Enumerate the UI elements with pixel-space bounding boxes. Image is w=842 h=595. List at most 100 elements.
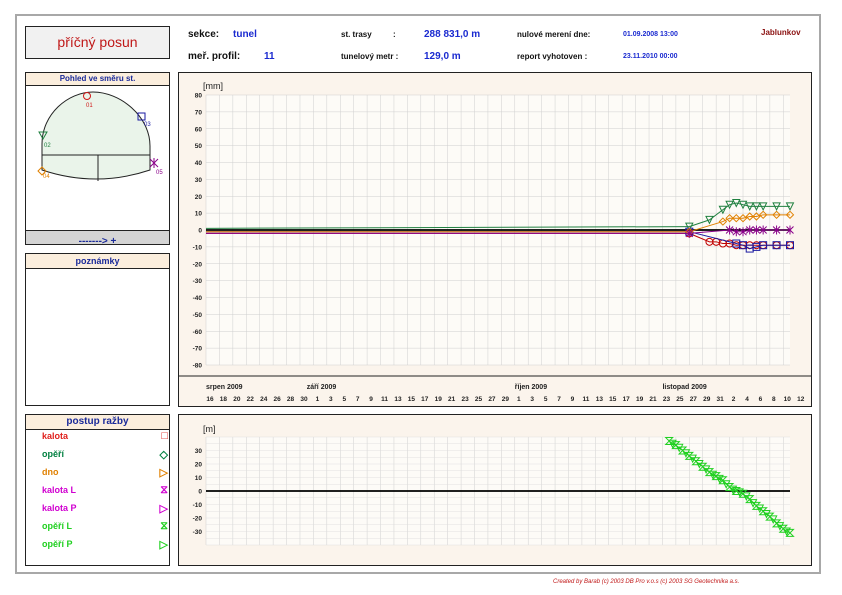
y-tick-label: -50 — [193, 312, 203, 319]
legend-panel: postup ražby kalota □ opěří ◇ dno ▷ kalota L ⧖ k… — [25, 414, 170, 566]
y-tick-label: 60 — [195, 126, 203, 133]
x-tick-label: 7 — [557, 396, 561, 403]
x-tick-label: 13 — [596, 396, 604, 403]
x-tick-label: 21 — [649, 396, 657, 403]
y-axis-label: [mm] — [203, 81, 223, 91]
trasa-value: 288 831,0 m — [424, 29, 481, 40]
legend-item-symbol: ⧖ — [160, 520, 168, 532]
x-tick-label: 23 — [461, 396, 469, 403]
x-tick-label: 2 — [732, 396, 736, 403]
x-tick-label: 23 — [663, 396, 671, 403]
x-tick-label: 18 — [220, 396, 228, 403]
x-tick-label: 3 — [530, 396, 534, 403]
y-tick-label: 20 — [195, 194, 203, 201]
x-tick-label: 26 — [274, 396, 282, 403]
tunnel-cross-section: 01 02 03 04 05 — [37, 91, 163, 181]
profil-value: 11 — [264, 51, 275, 62]
x-tick-label: 5 — [342, 396, 346, 403]
y-tick-label: -40 — [193, 295, 203, 302]
site-name: Jablunkov — [761, 28, 801, 37]
nulove-label: nulové merení dne: — [517, 30, 591, 39]
x-tick-label: 25 — [676, 396, 684, 403]
footer-credit: Created by Barab (c) 2003 DB Pro v.o.s (… — [553, 579, 740, 585]
x-tick-label: 31 — [717, 396, 725, 403]
x-tick-label: 15 — [609, 396, 617, 403]
x-tick-label: 30 — [300, 396, 308, 403]
y-tick-label: 40 — [195, 160, 203, 167]
legend-item-label: opěří L — [42, 521, 73, 531]
y-tick-label: -70 — [193, 346, 203, 353]
nulove-value: 01.09.2008 13:00 — [623, 31, 678, 38]
main-chart-panel: 80 70 60 50 40 30 20 10 0 -10 -20 -30 -40 -50 -60 -70 -8… — [178, 72, 812, 407]
legend-item: kalota L ⧖ — [42, 484, 168, 496]
x-tick-label: 15 — [408, 396, 416, 403]
trasa-label: st. trasy — [341, 30, 372, 39]
view-panel: Pohled ve směru st. 01 02 03 04 05 -----… — [25, 72, 170, 247]
legend-item: kalota □ — [42, 430, 168, 442]
x-tick-label: 1 — [316, 396, 320, 403]
legend-item-symbol: ▷ — [159, 467, 168, 479]
legend-item-label: opěří P — [42, 539, 73, 549]
report-value: 23.11.2010 00:00 — [623, 53, 678, 60]
view-panel-title: Pohled ve směru st. — [26, 73, 169, 86]
tunel-label: tunelový metr : — [341, 52, 399, 61]
x-tick-label: 3 — [329, 396, 333, 403]
month-label: říjen 2009 — [515, 384, 547, 391]
point-05-marker — [149, 158, 159, 168]
x-tick-label: 27 — [488, 396, 496, 403]
y-tick-label: 0 — [198, 489, 202, 496]
x-tick-label: 22 — [247, 396, 255, 403]
tunel-value: 129,0 m — [424, 51, 461, 62]
x-tick-label: 19 — [435, 396, 443, 403]
y-tick-label: 20 — [195, 462, 203, 469]
y-tick-label: -30 — [193, 278, 203, 285]
legend-item-label: kalota L — [42, 485, 77, 495]
x-tick-label: 10 — [784, 396, 792, 403]
x-tick-label: 8 — [772, 396, 776, 403]
legend-item-symbol: ⧖ — [160, 484, 168, 496]
x-tick-label: 29 — [703, 396, 711, 403]
y-tick-label: 70 — [195, 109, 203, 116]
x-tick-label: 28 — [287, 396, 295, 403]
legend-item: kalota P ▷ — [42, 503, 168, 515]
legend-item-symbol: ◇ — [159, 449, 168, 461]
x-tick-label: 24 — [260, 396, 268, 403]
report-label: report vyhotoven : — [517, 52, 588, 61]
x-tick-label: 13 — [394, 396, 402, 403]
month-label: srpen 2009 — [206, 384, 243, 391]
notes-panel: poznámky — [25, 253, 170, 406]
x-tick-label: 7 — [356, 396, 360, 403]
x-tick-label: 1 — [517, 396, 521, 403]
y-tick-label: -20 — [193, 516, 203, 523]
y-tick-label: 80 — [195, 93, 203, 100]
x-tick-label: 19 — [636, 396, 644, 403]
title-box: příčný posun — [25, 26, 170, 59]
x-tick-label: 12 — [797, 396, 805, 403]
legend-item-label: kalota — [42, 431, 69, 441]
legend-item: opěří ◇ — [42, 449, 168, 461]
y-tick-label: 30 — [195, 448, 203, 455]
notes-title: poznámky — [26, 254, 169, 269]
y-tick-label: 30 — [195, 177, 203, 184]
y-tick-label: 10 — [195, 475, 203, 482]
direction-arrow: -------> + — [78, 236, 117, 247]
legend-item-label: dno — [42, 467, 59, 477]
y-tick-label: -80 — [193, 363, 203, 370]
y-tick-label: -10 — [193, 244, 203, 251]
x-tick-label: 9 — [369, 396, 373, 403]
legend-item: opěří L ⧖ — [42, 520, 168, 532]
legend-item-symbol: □ — [161, 430, 168, 442]
legend-title: postup ražby — [26, 415, 169, 430]
excavation-chart: 30 20 10 0 -10 -20 -30 [m] — [193, 424, 795, 546]
x-tick-label: 4 — [745, 396, 749, 403]
y-tick-label: 0 — [198, 228, 202, 235]
x-tick-label: 27 — [690, 396, 698, 403]
legend-item-symbol: ▷ — [159, 539, 168, 551]
x-tick-label: 6 — [759, 396, 763, 403]
point-04-label: 04 — [43, 174, 50, 180]
legend-item-symbol: ▷ — [159, 503, 168, 515]
profil-label: meř. profil: — [188, 51, 241, 62]
direction-bar: -------> + — [26, 230, 169, 247]
sekce-label: sekce: — [188, 29, 220, 40]
x-tick-label: 17 — [623, 396, 631, 403]
